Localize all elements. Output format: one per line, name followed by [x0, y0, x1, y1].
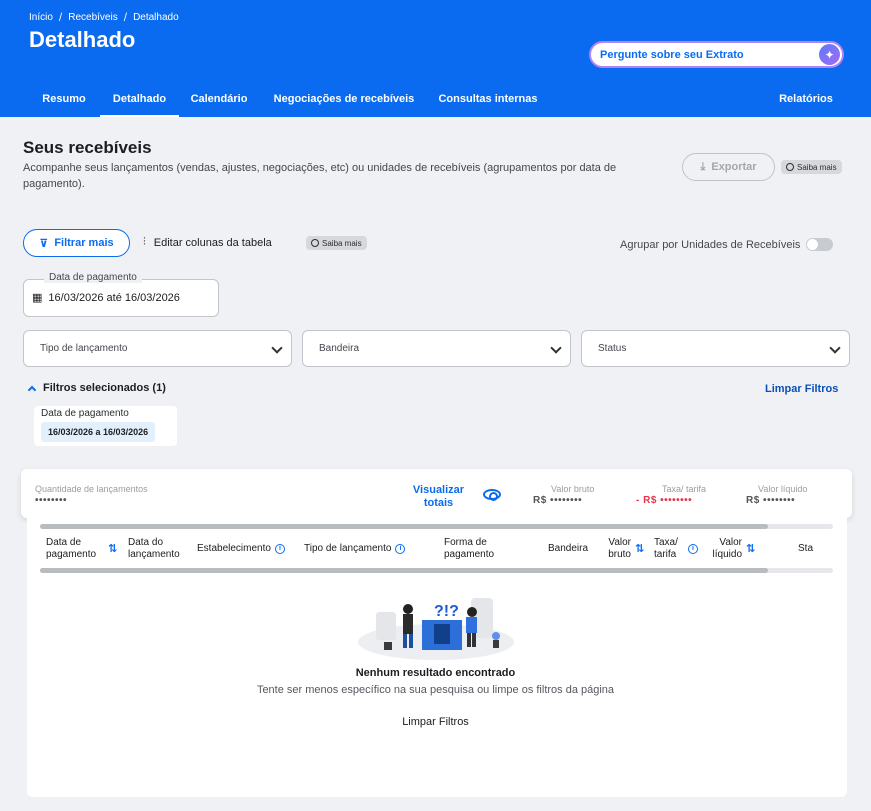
- liquido-label: Valor líquido: [758, 484, 808, 494]
- status-label: Status: [598, 343, 627, 354]
- tab-negociacoes[interactable]: Negociações de recebíveis: [262, 88, 426, 117]
- col-taxa-tarifa[interactable]: Taxa/ tarifa i: [654, 537, 698, 561]
- tab-calendario[interactable]: Calendário: [180, 88, 258, 117]
- section-subtitle: Acompanhe seus lançamentos (vendas, ajus…: [23, 162, 617, 190]
- col-data-lancamento[interactable]: Data do lançamento: [128, 537, 192, 561]
- chevron-down-icon: [829, 342, 841, 354]
- horizontal-scrollbar[interactable]: [40, 568, 833, 573]
- col-valor-liquido[interactable]: Valor líquido ⇅: [706, 537, 758, 561]
- tarifa-label: Taxa/ tarifa: [662, 484, 707, 494]
- chevron-up-icon: [27, 385, 37, 395]
- breadcrumb-current: Detalhado: [133, 11, 179, 23]
- col-estabelecimento[interactable]: Estabelecimento i: [197, 543, 285, 555]
- tarifa-value: - R$ ••••••••: [636, 495, 693, 506]
- sort-icon[interactable]: ⇅: [746, 543, 755, 555]
- visualize-totals-button[interactable]: Visualizar totais: [405, 484, 472, 510]
- saiba-mais-label: Saiba mais: [797, 162, 837, 172]
- saiba-mais-columns-chip[interactable]: Saiba mais: [306, 236, 367, 250]
- empty-title: Nenhum resultado encontrado: [355, 667, 516, 679]
- tab-consultas[interactable]: Consultas internas: [430, 88, 546, 117]
- chat-icon: [786, 163, 794, 171]
- bandeira-label: Bandeira: [319, 343, 360, 354]
- chevron-down-icon: [271, 342, 283, 354]
- horizontal-scrollbar-top[interactable]: [40, 524, 833, 529]
- section-title: Seus recebíveis: [23, 138, 152, 157]
- chip-label: Data de pagamento: [41, 408, 129, 419]
- col-data-pagamento[interactable]: Data de pagamento ⇅: [46, 537, 124, 561]
- eye-icon[interactable]: [483, 489, 501, 501]
- tab-relatorios[interactable]: Relatórios: [768, 88, 844, 117]
- col-bandeira[interactable]: Bandeira: [548, 543, 588, 555]
- chevron-down-icon: [550, 342, 562, 354]
- empty-state-illustration: ?!?: [358, 598, 514, 660]
- status-select[interactable]: Status: [581, 330, 850, 367]
- info-icon[interactable]: i: [688, 544, 698, 554]
- filter-more-label: Filtrar mais: [54, 237, 114, 249]
- payment-date-value: 16/03/2026 até 16/03/2026: [48, 291, 180, 304]
- bruto-label: Valor bruto: [551, 484, 595, 494]
- liquido-value: R$ ••••••••: [746, 495, 796, 506]
- selected-filter-chip: Data de pagamento 16/03/2026 a 16/03/202…: [34, 406, 177, 446]
- group-by-units: Agrupar por Unidades de Recebíveis: [620, 238, 834, 251]
- group-by-toggle[interactable]: [806, 238, 834, 251]
- bandeira-select[interactable]: Bandeira: [302, 330, 571, 367]
- edit-columns-label: Editar colunas da tabela: [153, 236, 272, 249]
- chat-icon: [311, 239, 319, 247]
- info-icon[interactable]: i: [274, 544, 285, 554]
- selected-filters-toggle[interactable]: Filtros selecionados (1): [27, 382, 166, 395]
- saiba-mais-chip[interactable]: Saiba mais: [781, 160, 842, 174]
- col-valor-bruto[interactable]: Valor bruto ⇅: [601, 537, 649, 561]
- filter-icon: ⊽: [39, 237, 49, 250]
- filter-more-button[interactable]: ⊽ Filtrar mais: [23, 229, 130, 257]
- tipo-lancamento-select[interactable]: Tipo de lançamento: [23, 330, 292, 367]
- sliders-icon: ⫶: [143, 236, 146, 248]
- edit-columns-button[interactable]: ⫶ Editar colunas da tabela: [143, 236, 272, 249]
- breadcrumb-home[interactable]: Início: [29, 12, 53, 23]
- export-button[interactable]: ⤓ Exportar: [682, 153, 775, 181]
- page-title: Detalhado: [29, 27, 136, 52]
- tipo-lancamento-label: Tipo de lançamento: [40, 343, 128, 354]
- selected-filters-title: Filtros selecionados (1): [43, 382, 166, 394]
- ask-extrato-label: Pergunte sobre seu Extrato: [600, 48, 744, 61]
- download-icon: ⤓: [700, 160, 706, 173]
- group-by-label: Agrupar por Unidades de Recebíveis: [620, 238, 801, 251]
- chip-value[interactable]: 16/03/2026 a 16/03/2026: [41, 422, 156, 442]
- breadcrumb-recebiveis[interactable]: Recebíveis: [68, 12, 117, 23]
- breadcrumb: Início / Recebíveis / Detalhado: [29, 10, 179, 24]
- clear-filters-link[interactable]: Limpar Filtros: [765, 383, 838, 395]
- empty-subtitle: Tente ser menos específico na sua pesqui…: [256, 684, 615, 696]
- top-header: Início / Recebíveis / Detalhado Detalhad…: [0, 0, 871, 117]
- tab-detalhado[interactable]: Detalhado: [100, 88, 179, 117]
- calendar-icon: ▦: [32, 292, 43, 304]
- tab-bar: Resumo Detalhado Calendário Negociações …: [0, 88, 871, 117]
- empty-clear-filters-button[interactable]: Limpar Filtros: [0, 716, 871, 728]
- payment-date-label: Data de pagamento: [44, 272, 142, 283]
- col-tipo-lancamento[interactable]: Tipo de lançamento i: [304, 543, 406, 555]
- sparkle-icon[interactable]: ✦: [819, 44, 840, 65]
- bruto-value: R$ ••••••••: [533, 495, 583, 506]
- ask-extrato-input[interactable]: Pergunte sobre seu Extrato ✦: [589, 41, 844, 68]
- export-label: Exportar: [711, 161, 757, 173]
- payment-date-field[interactable]: Data de pagamento ▦ 16/03/2026 até 16/03…: [23, 272, 219, 317]
- sort-icon[interactable]: ⇅: [635, 543, 644, 555]
- tab-resumo[interactable]: Resumo: [29, 88, 99, 117]
- svg-text:?!?: ?!?: [434, 603, 459, 620]
- info-icon[interactable]: i: [395, 544, 406, 554]
- qty-value: ••••••••: [35, 495, 68, 506]
- saiba-mais-label: Saiba mais: [322, 238, 362, 248]
- col-forma-pagamento[interactable]: Forma de pagamento: [444, 537, 514, 561]
- col-status[interactable]: Sta: [798, 543, 813, 555]
- qty-label: Quantidade de lançamentos: [35, 484, 148, 494]
- sort-icon[interactable]: ⇅: [108, 543, 117, 555]
- totals-summary: Quantidade de lançamentos •••••••• Visua…: [21, 469, 852, 518]
